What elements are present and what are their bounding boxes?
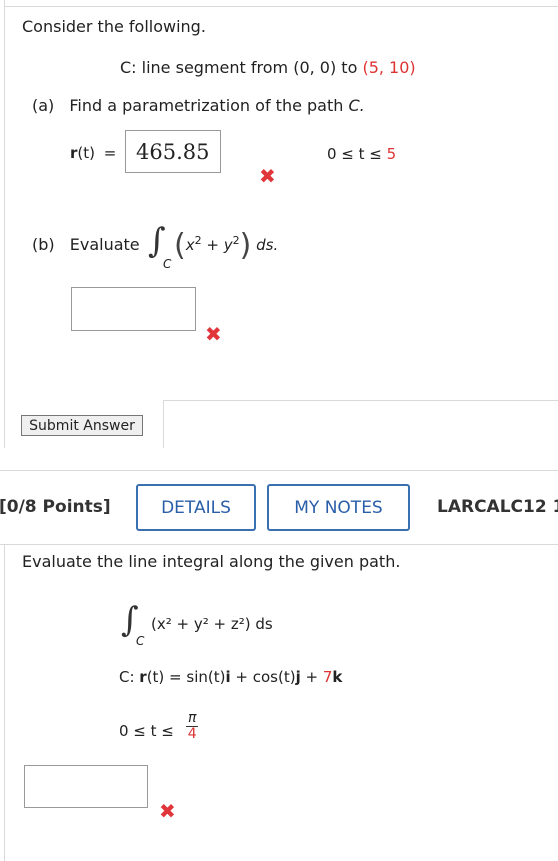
curve-definition: C: line segment from (0, 0) to (5, 10) xyxy=(120,58,416,77)
my-notes-button[interactable]: MY NOTES xyxy=(267,484,410,531)
part-a-label: (a) xyxy=(32,96,55,115)
problem2-instruction: Evaluate the line integral along the giv… xyxy=(22,552,401,571)
problem-intro: Consider the following. xyxy=(22,17,206,36)
curve-endpoint: (5, 10) xyxy=(362,58,416,77)
integrand-close-paren: ) xyxy=(239,228,252,263)
integrand-b: (x2 + y2) ds. xyxy=(174,228,278,263)
answer-a-input[interactable]: 465.85 xyxy=(125,130,221,173)
course-code: LARCALC12 1 xyxy=(437,497,558,517)
panel-border-top xyxy=(4,6,558,7)
integrand-open-paren: ( xyxy=(174,228,186,263)
curve-2-r: r xyxy=(139,668,147,686)
part-b-prompt: (b) Evaluate xyxy=(32,235,140,254)
integrand-x: x xyxy=(185,236,195,254)
range-2-fraction: π 4 xyxy=(186,710,199,742)
equals-sign: = xyxy=(103,144,117,162)
integral-subscript: C xyxy=(163,257,172,271)
incorrect-x-icon: ✖ xyxy=(159,799,176,823)
integral-sign-icon: ∫ xyxy=(148,221,166,261)
details-button[interactable]: DETAILS xyxy=(136,484,256,531)
curve-2-prefix: C: xyxy=(119,668,140,686)
section-divider-top xyxy=(0,470,558,471)
curve-2-mid: (t) = sin(t) xyxy=(146,668,226,686)
panel-border-left-bottom xyxy=(4,544,5,861)
t-range: 0 ≤ t ≤ 5 xyxy=(327,145,396,163)
t-range-max: 5 xyxy=(386,145,397,163)
integral-subscript: C xyxy=(136,634,145,648)
integrand-y: y xyxy=(223,236,233,254)
integrand-x-exp: 2 xyxy=(194,234,202,247)
curve-2-definition: C: r(t) = sin(t)i + cos(t)j + 7k xyxy=(119,668,342,686)
r-label: r(t) = xyxy=(70,144,116,162)
panel-border-mid xyxy=(163,400,558,401)
integrand-plus: + xyxy=(201,236,224,254)
panel-border-mid-v xyxy=(163,400,164,448)
incorrect-x-icon: ✖ xyxy=(259,164,276,188)
range-2-denominator: 4 xyxy=(187,726,197,742)
range-2-prefix: 0 ≤ t ≤ xyxy=(119,722,174,740)
t-range-prefix: 0 ≤ t ≤ xyxy=(327,145,387,163)
part-b-label: (b) xyxy=(32,235,55,254)
integrand-2: (x² + y² + z²) ds xyxy=(151,615,273,633)
part-a-text: Find a parametrization of the path xyxy=(69,96,344,115)
panel-border-left-top xyxy=(4,0,5,448)
section-divider-bottom xyxy=(0,544,558,545)
curve-2-plus: + xyxy=(300,668,323,686)
curve-prefix: C: line segment from (0, 0) to xyxy=(120,58,363,77)
incorrect-x-icon: ✖ xyxy=(205,322,222,346)
answer-b-input[interactable] xyxy=(71,287,196,331)
part-b-text: Evaluate xyxy=(69,235,140,254)
coefficient-7: 7 xyxy=(322,668,333,686)
curve-2-mid2: + cos(t) xyxy=(230,668,296,686)
part-a-path-name: C. xyxy=(348,96,365,115)
range-2-pi: π xyxy=(186,710,199,727)
answer-2-input[interactable] xyxy=(24,765,148,808)
ds-label: ds. xyxy=(256,236,279,254)
r-argument: (t) xyxy=(77,144,95,162)
integrand-y-exp: 2 xyxy=(232,234,240,247)
answer-a-value: 465.85 xyxy=(136,139,210,164)
submit-answer-button[interactable]: Submit Answer xyxy=(21,415,143,436)
unit-k: k xyxy=(332,668,343,686)
integral-sign-icon: ∫ xyxy=(121,600,139,640)
part-a-prompt: (a) Find a parametrization of the path C… xyxy=(32,96,365,115)
points-label: [0/8 Points] xyxy=(0,497,111,517)
